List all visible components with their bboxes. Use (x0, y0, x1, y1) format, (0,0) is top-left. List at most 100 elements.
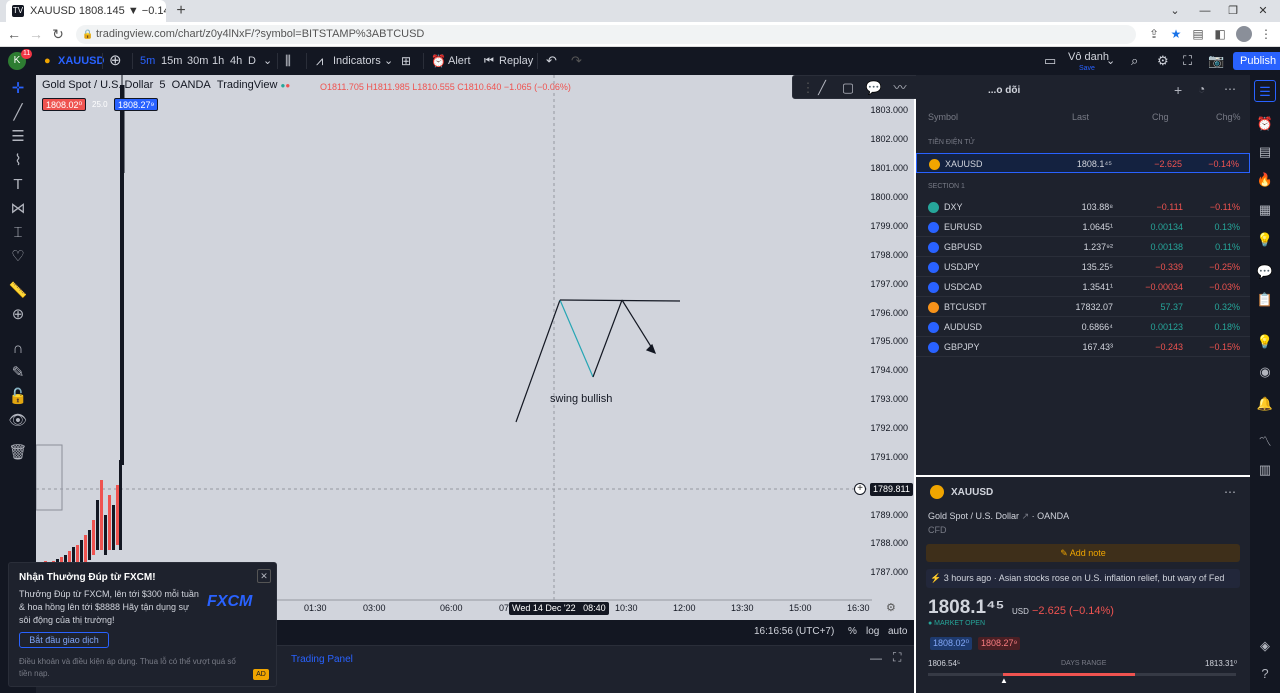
watchlist-icon[interactable]: ☰ (1254, 80, 1276, 102)
forward-icon[interactable]: → (26, 24, 46, 44)
window-close-icon[interactable]: ✕ (1250, 0, 1276, 22)
add-note-button[interactable]: ✎ Add note (926, 544, 1240, 562)
percent-scale-toggle[interactable]: % (848, 626, 857, 637)
notifications-icon[interactable]: 💡 (1254, 331, 1276, 353)
symbol-search-button[interactable]: XAUUSD (58, 47, 104, 75)
watchlist-row[interactable]: XAUUSD 1808.1⁴⁵ −2.625 −0.14% (916, 153, 1250, 173)
reload-icon[interactable]: ↻ (48, 24, 68, 44)
favorites-heart-icon[interactable]: ♡ (6, 247, 30, 267)
trash-icon[interactable]: 🗑 (6, 443, 30, 463)
interval-4h[interactable]: 4h (230, 47, 242, 75)
measure-icon[interactable]: ⌶ (6, 223, 30, 243)
tab-search-icon[interactable]: ⌄ (1162, 0, 1188, 22)
news-item[interactable]: ⚡ 3 hours ago · Asian stocks rose on U.S… (926, 569, 1240, 588)
lock-drawings-icon[interactable]: 🔓 (6, 387, 30, 407)
chart-pane[interactable]: Gold Spot / U.S. Dollar 5 OANDA TradingV… (36, 75, 914, 620)
text-tool-icon[interactable]: T (6, 175, 30, 195)
interval-15m[interactable]: 15m (161, 47, 182, 75)
promo-close-icon[interactable]: ✕ (257, 569, 271, 583)
watchlist-row[interactable]: USDJPY 135.25⁵ −0.339 −0.25% (916, 257, 1250, 277)
column-chg[interactable]: Chg (1152, 112, 1169, 122)
sidepanel-icon[interactable]: ◧ (1210, 25, 1230, 44)
hide-drawings-eye-icon[interactable]: 👁 (6, 411, 30, 431)
more-options-icon[interactable]: ⋯ (1224, 82, 1236, 96)
watchlist-row[interactable]: AUDUSD 0.6866⁴ 0.00123 0.18% (916, 317, 1250, 337)
section-header[interactable]: TIỀN ĐIỆN TỬ (928, 139, 975, 146)
trendline-icon[interactable]: ╱ (6, 103, 30, 123)
layout-chevron-icon[interactable]: ⌄ (1106, 47, 1115, 75)
maximize-panel-icon[interactable]: ⛶ (893, 650, 901, 665)
restore-icon[interactable]: ❐ (1220, 0, 1246, 22)
crosshair-icon[interactable]: ✛ (6, 79, 30, 99)
redo-icon[interactable]: ↷ (571, 47, 582, 75)
publish-button[interactable]: Publish (1233, 52, 1280, 70)
bell-icon[interactable]: 🔔 (1254, 393, 1276, 415)
share-icon[interactable]: ⇪ (1144, 25, 1164, 44)
detail-more-icon[interactable]: ⋯ (1224, 485, 1236, 499)
watchlist-title[interactable]: ...o dõi (988, 85, 1020, 96)
chart-canvas[interactable] (36, 75, 914, 620)
camera-icon[interactable]: 📷 (1208, 47, 1224, 75)
streams-icon[interactable]: 📋 (1254, 289, 1276, 311)
zoom-in-icon[interactable]: ⊕ (6, 305, 30, 325)
xabcd-pattern-icon[interactable]: ⋈ (6, 199, 30, 219)
external-link-icon[interactable]: ↗ (1022, 511, 1030, 521)
swing-annotation[interactable]: swing bullish (550, 393, 612, 405)
watchlist-row[interactable]: EURUSD 1.0645¹ 0.00134 0.13% (916, 217, 1250, 237)
search-icon[interactable]: ⌕ (1131, 47, 1138, 75)
fullscreen-icon[interactable]: ⛶ (1183, 47, 1192, 75)
magnet-icon[interactable]: ∩ (6, 339, 30, 359)
path-tool-icon[interactable]: 〰 (889, 78, 911, 98)
replay-button[interactable]: Replay (499, 47, 533, 75)
auto-scale-toggle[interactable]: auto (888, 626, 907, 637)
layers-icon[interactable]: ◈ (1254, 635, 1276, 657)
log-scale-toggle[interactable]: log (866, 626, 879, 637)
fib-icon[interactable]: ☰ (6, 127, 30, 147)
interval-d[interactable]: D (248, 47, 256, 75)
indicators-chevron-icon[interactable]: ⌄ (384, 47, 393, 75)
extensions-icon[interactable]: ▤ (1188, 25, 1208, 44)
screener-icon[interactable]: ▥ (1254, 459, 1276, 481)
watchlist-row[interactable]: GBPUSD 1.237⁹² 0.00138 0.11% (916, 237, 1250, 257)
url-field[interactable]: 🔒 tradingview.com/chart/z0y4lNxF/?symbol… (76, 25, 1136, 44)
callout-tool-icon[interactable]: 💬 (863, 78, 885, 98)
pattern-icon[interactable]: ⌇ (6, 151, 30, 171)
minimize-panel-icon[interactable]: — (870, 651, 882, 665)
watchlist-row[interactable]: BTCUSDT 17832.07 57.37 0.32% (916, 297, 1250, 317)
indicators-button[interactable]: Indicators (333, 47, 381, 75)
time-axis-settings-icon[interactable]: ⚙ (886, 601, 896, 614)
hotlists-icon[interactable]: 🔥 (1254, 169, 1276, 191)
broadcast-icon[interactable]: ◉ (1254, 361, 1276, 383)
interval-30m[interactable]: 30m (187, 47, 208, 75)
column-chg-pct[interactable]: Chg% (1216, 112, 1241, 122)
line-tool-icon[interactable]: ╱ (811, 78, 833, 98)
section-header[interactable]: SECTION 1 (928, 183, 965, 190)
browser-menu-icon[interactable]: ⋮ (1256, 25, 1276, 44)
ruler-icon[interactable]: 📏 (6, 281, 30, 301)
candle-type-icon[interactable]: ⫼ (285, 47, 291, 75)
minimize-icon[interactable]: — (1192, 0, 1218, 22)
add-alert-plus-icon[interactable]: + (854, 483, 866, 495)
column-last[interactable]: Last (1072, 112, 1089, 122)
profile-avatar[interactable] (1236, 26, 1252, 42)
rectangle-tool-icon[interactable]: ▢ (837, 78, 859, 98)
ideas-icon[interactable]: 💡 (1254, 229, 1276, 251)
undo-icon[interactable]: ↶ (546, 47, 557, 75)
clock-timezone[interactable]: 16:16:56 (UTC+7) (754, 626, 834, 637)
trend-icon[interactable]: 〽 (1254, 431, 1276, 453)
watchlist-row[interactable]: GBPJPY 167.43³ −0.243 −0.15% (916, 337, 1250, 357)
alerts-icon[interactable]: ⏰ (1254, 113, 1276, 135)
trading-panel-tab[interactable]: Trading Panel (291, 654, 353, 665)
advanced-view-icon[interactable]: ◔ (1198, 82, 1205, 96)
calendar-icon[interactable]: ▦ (1254, 199, 1276, 221)
chats-icon[interactable]: 💬 (1254, 261, 1276, 283)
price-axis[interactable]: 1803.000 1802.000 1801.000 1800.000 1799… (870, 75, 914, 620)
detail-bid[interactable]: 1808.02⁰ (930, 637, 973, 650)
interval-1h[interactable]: 1h (212, 47, 224, 75)
templates-icon[interactable]: ⊞ (401, 47, 411, 75)
data-window-icon[interactable]: ▤ (1254, 141, 1276, 163)
promo-cta-button[interactable]: Bắt đầu giao dịch (19, 632, 109, 648)
layout-select-icon[interactable]: ▭ (1044, 47, 1056, 75)
interval-5m[interactable]: 5m (140, 47, 155, 75)
detail-symbol[interactable]: XAUUSD (951, 487, 993, 498)
